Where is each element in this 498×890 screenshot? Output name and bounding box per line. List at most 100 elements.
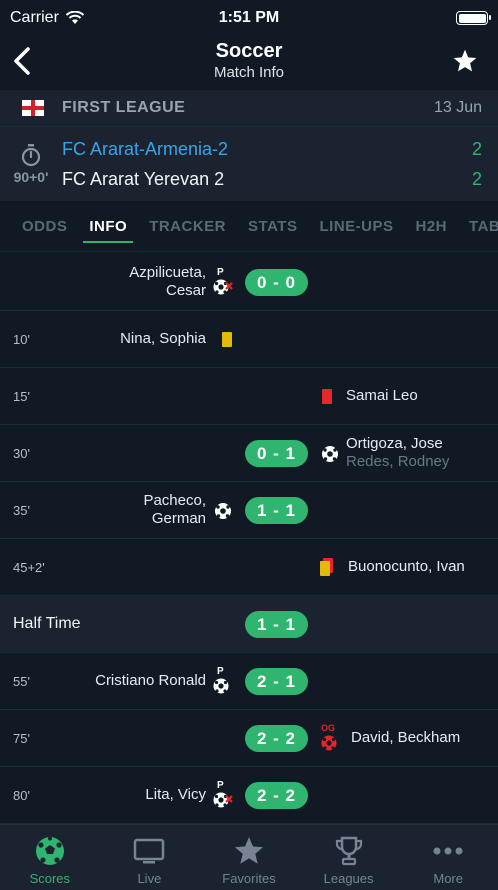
favorite-star-icon[interactable] — [452, 48, 478, 74]
tab-odds[interactable]: ODDS — [22, 218, 67, 235]
tab-tracker[interactable]: TRACKER — [149, 218, 226, 235]
event-minute: 35' — [13, 503, 30, 518]
player-name: Pacheco, German — [143, 492, 206, 528]
player-name-line: Pacheco, — [143, 492, 206, 509]
own-goal-letters: OG — [321, 723, 335, 733]
scorer-name: Ortigoza, Jose — [346, 435, 443, 452]
event-minute: 80' — [13, 788, 30, 803]
score-pill: 2 - 1 — [245, 668, 308, 695]
tab-more[interactable]: More — [398, 825, 498, 890]
event-minute: 75' — [13, 731, 30, 746]
page-title: Soccer — [215, 40, 283, 62]
event-minute: 45+2' — [13, 560, 45, 575]
wifi-icon — [65, 11, 85, 24]
score-pill: 2 - 2 — [245, 782, 308, 809]
star-icon — [234, 837, 263, 864]
yellow-card-icon — [222, 332, 232, 347]
event-row: 45+2' Buonocunto, Ivan — [0, 539, 498, 596]
page-subtitle: Match Info — [213, 64, 285, 81]
event-row: 80' Lita, Vicy P 2 - 2 — [0, 767, 498, 824]
match-tabs: ODDS INFO TRACKER STATS LINE-UPS H2H TAB… — [0, 201, 498, 252]
event-minute: 10' — [13, 332, 30, 347]
score-pill: 0 - 0 — [245, 269, 308, 296]
away-team-name: FC Ararat Yerevan 2 — [62, 168, 225, 189]
tab-scores[interactable]: Scores — [0, 825, 100, 890]
home-team-row[interactable]: FC Ararat-Armenia-2 2 — [62, 134, 498, 164]
event-row: 35' Pacheco, German 1 - 1 — [0, 482, 498, 539]
own-goal-icon: OG — [321, 723, 337, 751]
tab-label: Favorites — [222, 871, 276, 886]
nav-bar: Soccer Match Info — [0, 36, 498, 90]
player-name-line: German — [151, 510, 206, 527]
player-name: Ortigoza, Jose Redes, Rodney — [346, 435, 449, 471]
event-minute: 55' — [13, 674, 30, 689]
penalty-letter: P — [217, 666, 224, 677]
teams: FC Ararat-Armenia-2 2 FC Ararat Yerevan … — [62, 134, 498, 194]
away-team-row[interactable]: FC Ararat Yerevan 2 2 — [62, 164, 498, 194]
player-name: Nina, Sophia — [120, 330, 206, 347]
tv-icon — [134, 838, 165, 864]
match-minute: 90+0' — [13, 169, 49, 185]
more-dots-icon — [433, 847, 463, 855]
event-timeline: Azpilicueta, Cesar P 0 - 0 10' Nina, Sop… — [0, 254, 498, 824]
league-header[interactable]: FIRST LEAGUE 13 Jun — [0, 90, 498, 126]
england-flag-icon — [22, 100, 44, 116]
penalty-missed-icon: P — [213, 267, 233, 295]
match-date: 13 Jun — [433, 99, 482, 116]
event-row: 55' Cristiano Ronald P 2 - 1 — [0, 653, 498, 710]
player-name: Samai Leo — [346, 387, 418, 404]
trophy-icon — [335, 836, 362, 866]
tab-label: Leagues — [323, 871, 374, 886]
tab-label: Scores — [29, 871, 71, 886]
goal-icon — [322, 446, 338, 462]
event-minute: 15' — [13, 389, 30, 404]
event-minute: 30' — [13, 446, 30, 461]
penalty-missed-icon: P — [213, 780, 233, 808]
score-pill: 2 - 2 — [245, 725, 308, 752]
match-clock: 90+0' — [0, 143, 62, 185]
status-bar: Carrier 1:51 PM — [0, 0, 498, 36]
half-time-row: Half Time 1 - 1 — [0, 596, 498, 653]
assist-name: Redes, Rodney — [346, 453, 450, 470]
battery-icon — [456, 11, 491, 25]
league-name: FIRST LEAGUE — [62, 99, 186, 116]
bottom-tab-bar: Scores Live Favorites Leagues More — [0, 824, 498, 890]
event-row: 75' 2 - 2 OG David, Beckham — [0, 710, 498, 767]
soccer-ball-icon — [35, 836, 64, 865]
score-pill: 0 - 1 — [245, 440, 308, 467]
score-pill: 1 - 1 — [245, 497, 308, 524]
tab-line-ups[interactable]: LINE-UPS — [319, 218, 393, 235]
half-time-label: Half Time — [13, 615, 81, 632]
penalty-letter: P — [217, 267, 224, 278]
tab-table[interactable]: TABLE — [469, 218, 498, 235]
second-yellow-card-icon — [320, 558, 333, 576]
event-row: 15' Samai Leo — [0, 368, 498, 425]
tab-leagues[interactable]: Leagues — [299, 825, 399, 890]
player-name: David, Beckham — [351, 729, 461, 746]
tab-info[interactable]: INFO — [83, 218, 134, 243]
player-name-line: Cesar — [165, 282, 206, 299]
stopwatch-icon — [21, 144, 41, 167]
score-pill: 1 - 1 — [245, 611, 308, 638]
player-name: Cristiano Ronald — [95, 672, 206, 689]
tab-stats[interactable]: STATS — [248, 218, 297, 235]
tab-label: Live — [137, 871, 162, 886]
player-name: Buonocunto, Ivan — [348, 558, 465, 575]
home-team-name: FC Ararat-Armenia-2 — [62, 138, 229, 159]
match-summary: 90+0' FC Ararat-Armenia-2 2 FC Ararat Ye… — [0, 126, 498, 201]
tab-h2h[interactable]: H2H — [416, 218, 448, 235]
red-card-icon — [322, 389, 332, 404]
status-left: Carrier — [10, 9, 85, 27]
penalty-goal-icon: P — [213, 666, 229, 694]
tab-favorites[interactable]: Favorites — [199, 825, 299, 890]
carrier-label: Carrier — [10, 9, 59, 26]
player-name-line: Azpilicueta, — [129, 264, 206, 281]
home-team-score: 2 — [471, 138, 482, 159]
player-name: Azpilicueta, Cesar — [129, 264, 206, 300]
tab-live[interactable]: Live — [100, 825, 200, 890]
player-name: Lita, Vicy — [145, 786, 206, 803]
event-row: 30' 0 - 1 Ortigoza, Jose Redes, Rodney — [0, 425, 498, 482]
event-row: Azpilicueta, Cesar P 0 - 0 — [0, 254, 498, 311]
away-team-score: 2 — [471, 168, 482, 189]
penalty-letter: P — [217, 780, 224, 791]
